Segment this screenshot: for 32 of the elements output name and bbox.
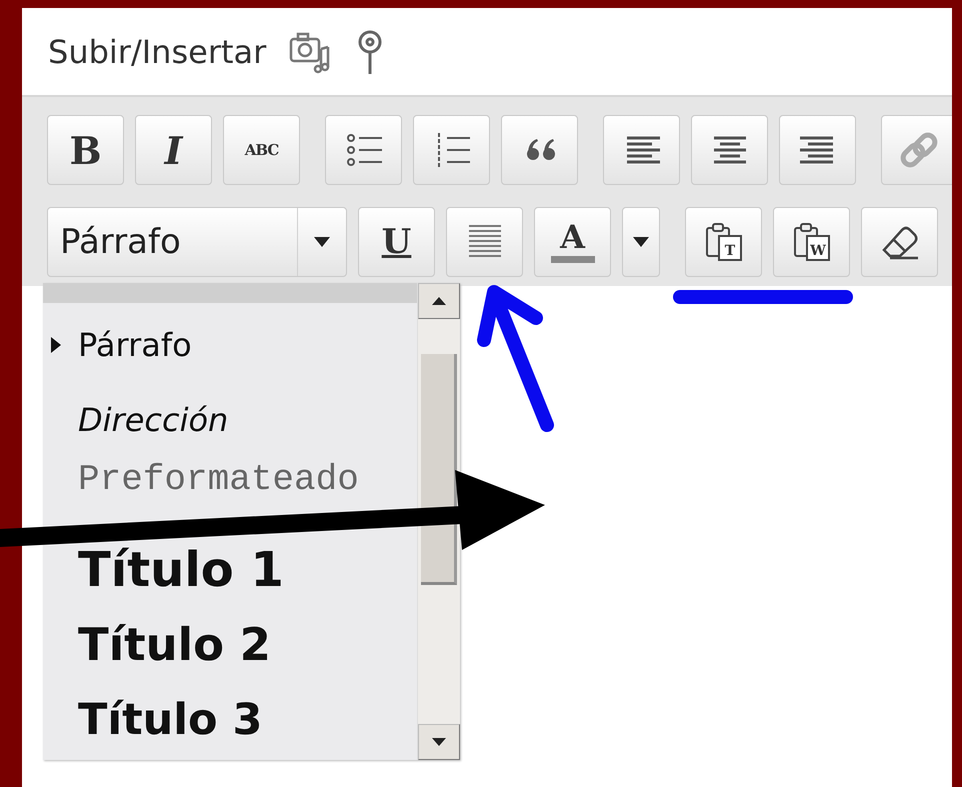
format-select[interactable]: Párrafo xyxy=(47,207,347,277)
caret-icon xyxy=(633,237,649,247)
format-option[interactable]: Título 1 xyxy=(78,542,284,598)
strike-button[interactable]: ABC xyxy=(223,115,300,185)
bold-button[interactable]: B xyxy=(47,115,124,185)
scrollbar[interactable] xyxy=(417,283,460,760)
clear-formatting-button[interactable] xyxy=(861,207,938,277)
italic-button[interactable]: I xyxy=(135,115,212,185)
blockquote-button[interactable] xyxy=(501,115,578,185)
link-icon xyxy=(900,130,940,170)
scroll-down-icon[interactable] xyxy=(432,738,446,746)
location-pin-icon[interactable] xyxy=(356,28,384,76)
text-color-button[interactable]: A xyxy=(534,207,611,277)
selected-marker-icon xyxy=(51,336,61,352)
format-option[interactable]: Preformateado xyxy=(78,459,359,500)
align-right-button[interactable] xyxy=(779,115,856,185)
upload-insert-label[interactable]: Subir/Insertar xyxy=(48,32,266,70)
align-left-button[interactable] xyxy=(603,115,680,185)
justify-button[interactable] xyxy=(446,207,523,277)
paste-word-button[interactable]: W xyxy=(773,207,850,277)
paste-text-button[interactable]: T xyxy=(685,207,762,277)
format-option[interactable]: Dirección xyxy=(78,400,228,438)
bullet-list-button[interactable] xyxy=(325,115,402,185)
numbered-list-button[interactable] xyxy=(413,115,490,185)
caret-icon xyxy=(314,237,330,247)
underline-button[interactable]: U xyxy=(358,207,435,277)
format-option[interactable]: Título 2 xyxy=(78,618,271,671)
format-option[interactable]: Título 3 xyxy=(78,694,262,744)
format-option[interactable]: Párrafo xyxy=(51,326,192,364)
text-color-dropdown[interactable] xyxy=(622,207,660,277)
scroll-up-icon[interactable] xyxy=(432,297,446,305)
align-center-button[interactable] xyxy=(691,115,768,185)
